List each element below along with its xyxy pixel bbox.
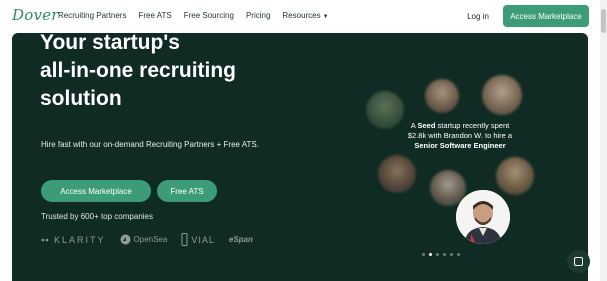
avatar-blurred-6 (496, 157, 534, 195)
avatar-blurred-4 (378, 155, 416, 193)
carousel-dots (422, 253, 460, 256)
opensea-logo: OpenSea (120, 234, 168, 245)
vial-logo: VIAL (181, 233, 215, 246)
vial-logo-text: VIAL (191, 234, 215, 245)
carousel-dot-3[interactable] (436, 253, 439, 256)
hero-title-line-1: Your startup's (40, 33, 180, 54)
access-marketplace-nav-button[interactable]: Access Marketplace (503, 5, 589, 27)
nav-links: Recruiting Partners Free ATS Free Sourci… (58, 11, 329, 20)
dover-logo[interactable]: Dover (12, 6, 59, 24)
top-nav: Dover Recruiting Partners Free ATS Free … (0, 0, 600, 33)
nav-link-pricing[interactable]: Pricing (246, 11, 270, 20)
hero-title-line-2: all-in-one recruiting (40, 59, 237, 82)
hero-section: Your startup's all-in-one recruiting sol… (12, 33, 588, 281)
nav-link-free-ats[interactable]: Free ATS (138, 11, 171, 20)
login-button[interactable]: Log in (458, 6, 498, 27)
nav-link-recruiting-partners[interactable]: Recruiting Partners (58, 11, 126, 20)
nav-link-resources[interactable]: Resources ▼ (282, 11, 328, 20)
klarity-logo-text: KLARITY (54, 234, 106, 245)
opensea-mark-icon (120, 234, 131, 245)
chat-launcher-button[interactable] (567, 250, 590, 273)
recruiter-photo-icon (456, 190, 510, 244)
carousel-dot-4[interactable] (443, 253, 446, 256)
nav-link-resources-label: Resources (282, 11, 321, 20)
scrollbar-thumb[interactable] (601, 9, 606, 33)
avatar-blurred-3 (482, 75, 522, 115)
chevron-down-icon: ▼ (322, 14, 329, 20)
testimonial-prefix: A (410, 121, 416, 130)
free-ats-button[interactable]: Free ATS (157, 180, 217, 202)
access-marketplace-button[interactable]: Access Marketplace (41, 180, 151, 202)
klarity-logo: KLARITY (41, 235, 106, 245)
carousel-dot-1[interactable] (422, 253, 425, 256)
hero-title: Your startup's all-in-one recruiting sol… (40, 33, 300, 113)
featured-avatar (456, 190, 510, 244)
hero-title-line-3: solution (40, 87, 122, 110)
testimonial-line-1: A Seed startup recently spent (390, 121, 530, 131)
company-logos: KLARITY OpenSea VIAL eSpan (41, 233, 253, 246)
avatar-blurred-2 (425, 79, 459, 113)
testimonial-suffix: startup recently spent (437, 121, 510, 130)
testimonial-caption: A Seed startup recently spent $2.8k with… (390, 121, 530, 151)
chat-icon (574, 257, 583, 266)
carousel-dot-2[interactable] (429, 253, 432, 256)
testimonial-stage: Seed (417, 121, 436, 130)
carousel-dot-6[interactable] (457, 253, 460, 256)
espan-logo: eSpan (229, 235, 253, 244)
carousel-dot-5[interactable] (450, 253, 453, 256)
page-scrollbar[interactable] (600, 0, 607, 281)
hero-subtitle: Hire fast with our on-demand Recruiting … (41, 140, 259, 149)
klarity-mark-icon (41, 238, 49, 241)
opensea-logo-text: OpenSea (133, 235, 168, 244)
vial-mark-icon (181, 233, 188, 246)
trusted-by-text: Trusted by 600+ top companies (41, 212, 153, 221)
testimonial-line-2: $2.8k with Brandon W. to hire a (407, 131, 513, 140)
espan-logo-text: eSpan (228, 235, 253, 244)
nav-link-free-sourcing[interactable]: Free Sourcing (184, 11, 234, 20)
testimonial-line-3: Senior Software Engineer (414, 141, 506, 150)
